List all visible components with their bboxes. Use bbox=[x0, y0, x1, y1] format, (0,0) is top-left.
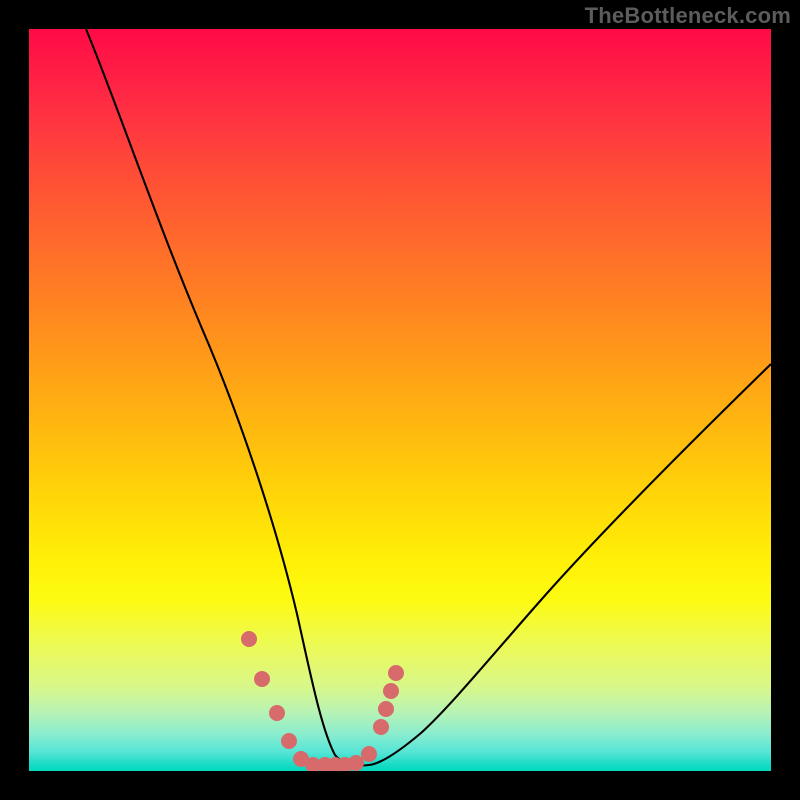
chart-frame: TheBottleneck.com bbox=[0, 0, 800, 800]
watermark-text: TheBottleneck.com bbox=[585, 3, 791, 29]
curve-layer bbox=[29, 29, 771, 771]
bottleneck-curve bbox=[86, 29, 771, 765]
highlight-trough-markers bbox=[241, 631, 404, 771]
